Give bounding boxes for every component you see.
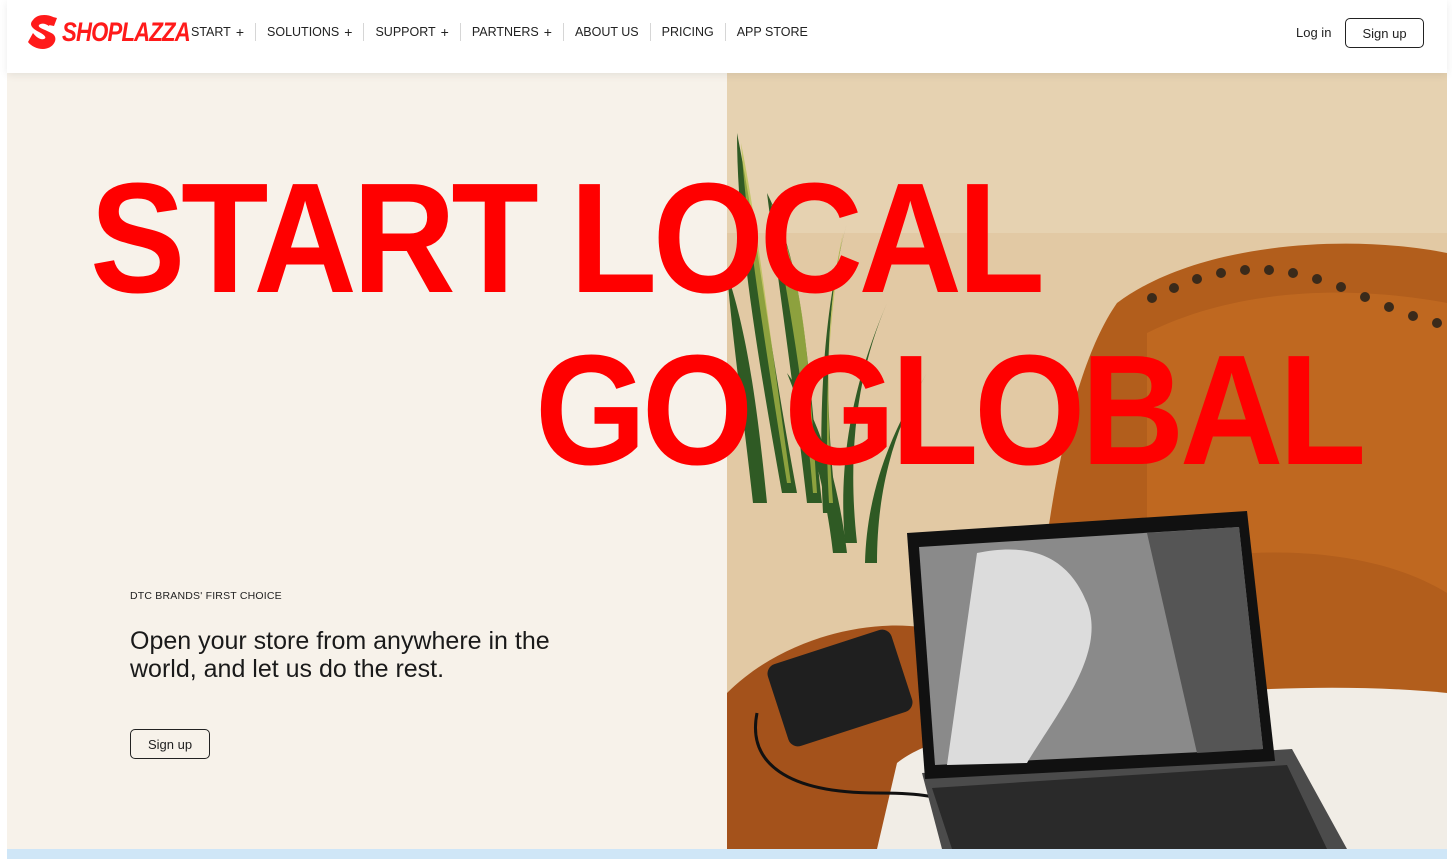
nav-item-label: START: [191, 25, 231, 39]
hero-headline-line1: START LOCAL: [90, 150, 1045, 326]
page: SHOPLAZZA START + SOLUTIONS + SUPPORT + …: [7, 0, 1447, 859]
signup-button-header[interactable]: Sign up: [1345, 18, 1424, 48]
shoplazza-logo-icon: [28, 15, 57, 49]
main-nav: START + SOLUTIONS + SUPPORT + PARTNERS +…: [191, 22, 819, 42]
nav-item-start[interactable]: START +: [191, 23, 255, 41]
shoplazza-logo[interactable]: SHOPLAZZA: [27, 12, 218, 52]
nav-item-label: PRICING: [661, 25, 714, 39]
signup-button-hero[interactable]: Sign up: [130, 729, 210, 759]
nav-item-solutions[interactable]: SOLUTIONS +: [255, 23, 363, 41]
nav-item-label: PARTNERS: [471, 25, 539, 39]
nav-item-label: APP STORE: [736, 25, 808, 39]
nav-item-pricing[interactable]: PRICING: [649, 23, 725, 41]
nav-item-support[interactable]: SUPPORT +: [363, 23, 459, 41]
nav-item-label: SOLUTIONS: [267, 25, 340, 39]
nav-item-label: SUPPORT: [375, 25, 436, 39]
nav-item-label: ABOUT US: [574, 25, 639, 39]
hero-tagline: Open your store from anywhere in the wor…: [130, 627, 550, 683]
plus-icon: +: [543, 24, 552, 40]
plus-icon: +: [235, 24, 245, 40]
hero-eyebrow: DTC BRANDS' FIRST CHOICE: [130, 590, 282, 602]
login-link[interactable]: Log in: [1296, 25, 1331, 40]
nav-item-partners[interactable]: PARTNERS +: [459, 23, 563, 41]
logo-wordmark: SHOPLAZZA: [62, 16, 191, 47]
next-section-strip: [7, 849, 1447, 859]
plus-icon: +: [344, 24, 353, 40]
top-navigation: SHOPLAZZA START + SOLUTIONS + SUPPORT + …: [7, 0, 1447, 73]
hero-headline-line2: GO GLOBAL: [535, 322, 1366, 498]
plus-icon: +: [440, 24, 449, 40]
nav-item-app-store[interactable]: APP STORE: [724, 23, 819, 41]
nav-item-about-us[interactable]: ABOUT US: [562, 23, 650, 41]
